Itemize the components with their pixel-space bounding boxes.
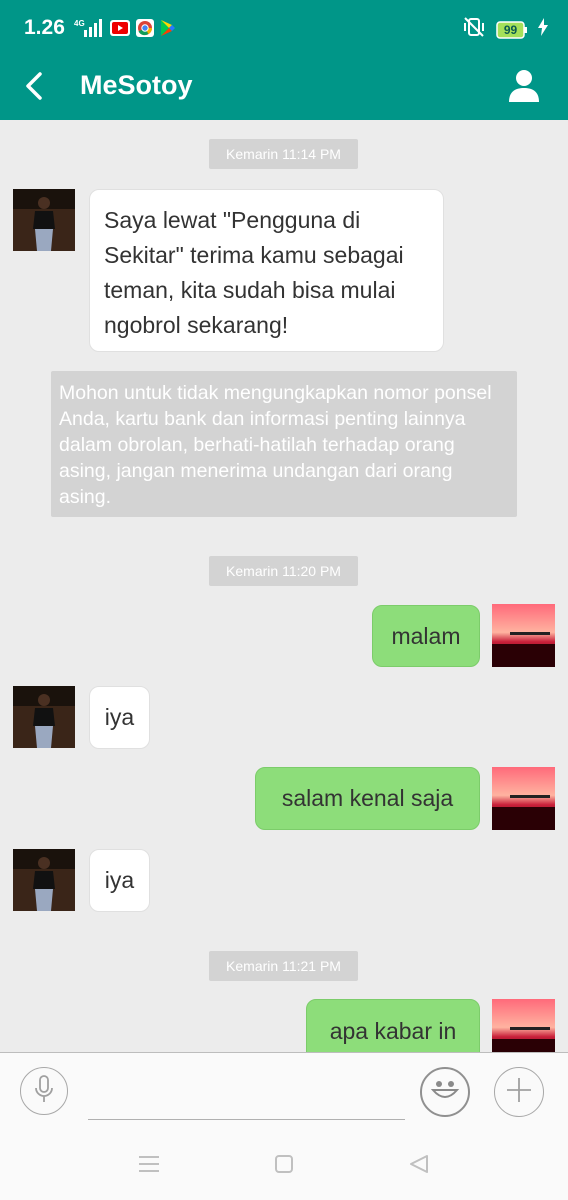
play-store-icon — [160, 19, 176, 42]
my-avatar[interactable] — [492, 999, 555, 1052]
emoji-button[interactable] — [420, 1067, 470, 1117]
chat-title: MeSotoy — [80, 70, 193, 100]
status-time: 1.26 — [24, 16, 65, 39]
status-bar: 1.26 4G 99 — [0, 0, 568, 56]
my-avatar[interactable] — [492, 767, 555, 830]
menu-icon — [137, 1154, 161, 1179]
home-nav-button[interactable] — [270, 1152, 298, 1180]
add-attachment-button[interactable] — [494, 1067, 544, 1117]
status-left-icons: 4G — [74, 18, 176, 43]
message-bubble-outgoing[interactable]: malam — [372, 605, 480, 667]
battery-level: 99 — [503, 22, 518, 37]
charging-icon — [538, 18, 548, 41]
safety-notice: Mohon untuk tidak mengungkapkan nomor po… — [51, 371, 517, 517]
chevron-left-icon — [25, 71, 43, 105]
back-nav-button[interactable] — [405, 1152, 433, 1180]
microphone-icon — [33, 1074, 55, 1109]
network-label: 4G — [74, 19, 85, 28]
profile-button[interactable] — [500, 64, 548, 112]
my-avatar[interactable] — [492, 604, 555, 667]
message-bubble-outgoing[interactable]: apa kabar in — [306, 999, 480, 1052]
message-bubble-outgoing[interactable]: salam kenal saja — [255, 767, 480, 830]
person-icon — [508, 69, 540, 108]
vibrate-icon — [462, 16, 486, 43]
status-right-icons: 99 — [462, 16, 548, 43]
contact-avatar[interactable] — [13, 849, 75, 911]
smiley-icon — [428, 1073, 462, 1112]
battery-icon: 99 — [496, 20, 528, 39]
contact-avatar[interactable] — [13, 686, 75, 748]
triangle-back-icon — [408, 1153, 430, 1180]
timestamp: Kemarin 11:21 PM — [209, 951, 358, 981]
chrome-icon — [136, 19, 154, 42]
message-input[interactable] — [88, 1075, 405, 1120]
square-icon — [273, 1153, 295, 1180]
chat-area[interactable]: Kemarin 11:14 PM Saya lewat "Pengguna di… — [0, 120, 568, 1052]
contact-avatar[interactable] — [13, 189, 75, 251]
system-nav-bar — [0, 1130, 568, 1200]
timestamp: Kemarin 11:14 PM — [209, 139, 358, 169]
message-bubble-incoming[interactable]: iya — [89, 849, 150, 912]
timestamp: Kemarin 11:20 PM — [209, 556, 358, 586]
youtube-icon — [110, 20, 130, 41]
signal-icon: 4G — [74, 18, 104, 43]
message-bubble-incoming[interactable]: Saya lewat "Pengguna di Sekitar" terima … — [89, 189, 444, 352]
input-bar — [0, 1052, 568, 1131]
voice-button[interactable] — [20, 1067, 68, 1115]
back-button[interactable] — [14, 66, 54, 110]
plus-icon — [505, 1076, 533, 1109]
message-bubble-incoming[interactable]: iya — [89, 686, 150, 749]
menu-nav-button[interactable] — [135, 1152, 163, 1180]
app-bar: MeSotoy — [0, 56, 568, 120]
